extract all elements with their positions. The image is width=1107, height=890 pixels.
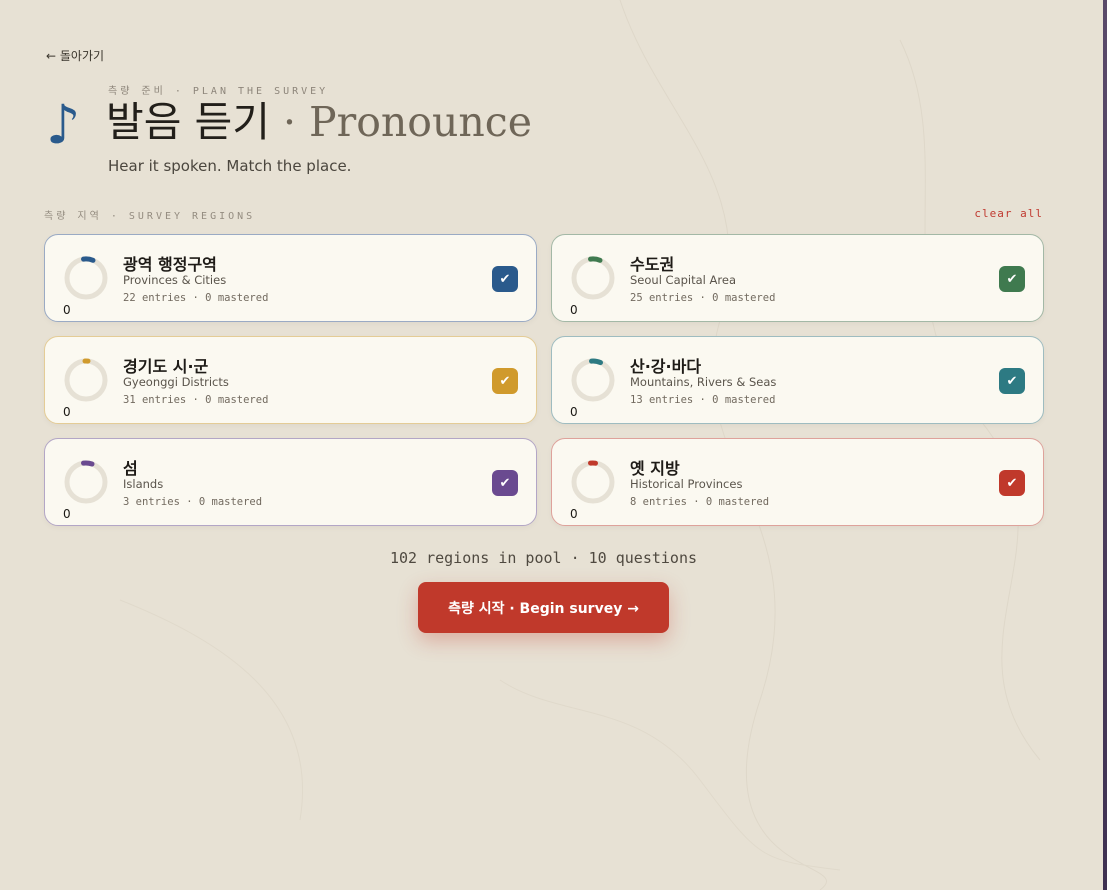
region-title: 섬 bbox=[123, 459, 138, 478]
progress-ring bbox=[64, 256, 108, 300]
clear-all-button[interactable]: clear all bbox=[974, 207, 1043, 220]
progress-ring bbox=[571, 256, 615, 300]
checkbox-checked-icon[interactable]: ✔ bbox=[999, 470, 1025, 496]
region-card[interactable]: 0 수도권 Seoul Capital Area 25 entries · 0 … bbox=[551, 234, 1044, 322]
begin-survey-button[interactable]: 측량 시작 · Begin survey → bbox=[418, 582, 669, 633]
region-card[interactable]: 0 산·강·바다 Mountains, Rivers & Seas 13 ent… bbox=[551, 336, 1044, 424]
region-card[interactable]: 0 경기도 시·군 Gyeonggi Districts 31 entries … bbox=[44, 336, 537, 424]
mastered-count: 0 bbox=[570, 507, 578, 521]
mastered-count: 0 bbox=[63, 303, 71, 317]
region-stats: 25 entries · 0 mastered bbox=[630, 292, 776, 304]
page-title: 발음 듣기 · Pronounce bbox=[106, 98, 533, 146]
region-card[interactable]: 0 섬 Islands 3 entries · 0 mastered ✔ bbox=[44, 438, 537, 526]
progress-ring bbox=[64, 358, 108, 402]
region-subtitle: Provinces & Cities bbox=[123, 273, 227, 287]
mastered-count: 0 bbox=[570, 405, 578, 419]
progress-ring bbox=[571, 358, 615, 402]
checkbox-checked-icon[interactable]: ✔ bbox=[999, 368, 1025, 394]
region-grid: 0 광역 행정구역 Provinces & Cities 22 entries … bbox=[44, 234, 1044, 526]
region-subtitle: Islands bbox=[123, 477, 164, 491]
checkbox-checked-icon[interactable]: ✔ bbox=[492, 470, 518, 496]
section-label: 측량 지역 · SURVEY REGIONS bbox=[44, 211, 256, 222]
music-note-icon: ♪ bbox=[46, 93, 81, 156]
region-subtitle: Seoul Capital Area bbox=[630, 273, 736, 287]
page-eyebrow: 측량 준비 · PLAN THE SURVEY bbox=[108, 86, 329, 97]
page-subtitle: Hear it spoken. Match the place. bbox=[108, 157, 352, 175]
mastered-count: 0 bbox=[63, 405, 71, 419]
region-title: 광역 행정구역 bbox=[123, 255, 217, 274]
region-stats: 13 entries · 0 mastered bbox=[630, 394, 776, 406]
mastered-count: 0 bbox=[570, 303, 578, 317]
checkbox-checked-icon[interactable]: ✔ bbox=[999, 266, 1025, 292]
progress-ring bbox=[64, 460, 108, 504]
page-title-english: Pronounce bbox=[309, 98, 533, 146]
region-stats: 3 entries · 0 mastered bbox=[123, 496, 263, 508]
region-stats: 8 entries · 0 mastered bbox=[630, 496, 770, 508]
region-title: 산·강·바다 bbox=[630, 357, 702, 376]
page-title-separator: · bbox=[269, 98, 310, 146]
back-link[interactable]: ← 돌아가기 bbox=[46, 47, 104, 64]
region-card[interactable]: 0 옛 지방 Historical Provinces 8 entries · … bbox=[551, 438, 1044, 526]
checkbox-checked-icon[interactable]: ✔ bbox=[492, 368, 518, 394]
window-edge bbox=[1103, 0, 1107, 890]
region-stats: 31 entries · 0 mastered bbox=[123, 394, 269, 406]
checkbox-checked-icon[interactable]: ✔ bbox=[492, 266, 518, 292]
region-subtitle: Gyeonggi Districts bbox=[123, 375, 229, 389]
region-subtitle: Historical Provinces bbox=[630, 477, 743, 491]
region-stats: 22 entries · 0 mastered bbox=[123, 292, 269, 304]
progress-ring bbox=[571, 460, 615, 504]
region-card[interactable]: 0 광역 행정구역 Provinces & Cities 22 entries … bbox=[44, 234, 537, 322]
region-subtitle: Mountains, Rivers & Seas bbox=[630, 375, 777, 389]
region-title: 경기도 시·군 bbox=[123, 357, 209, 376]
region-title: 옛 지방 bbox=[630, 459, 680, 478]
region-title: 수도권 bbox=[630, 255, 675, 274]
page-title-korean: 발음 듣기 bbox=[106, 98, 270, 146]
mastered-count: 0 bbox=[63, 507, 71, 521]
pool-info: 102 regions in pool · 10 questions bbox=[389, 549, 698, 567]
